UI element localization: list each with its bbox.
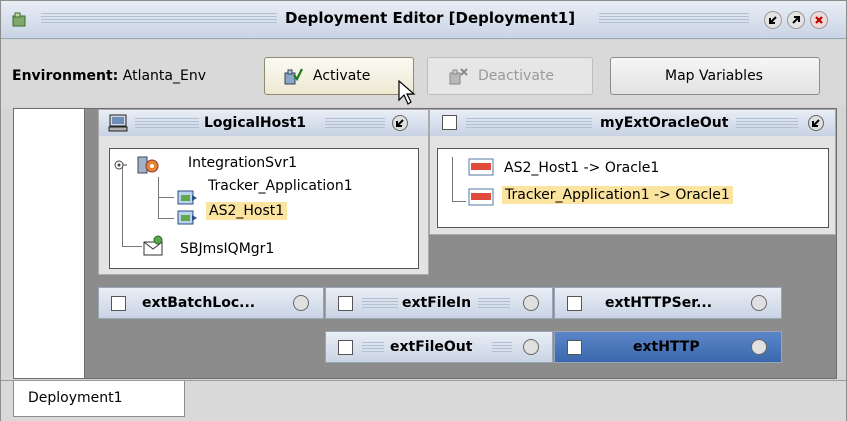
- exthttp-checkbox[interactable]: [567, 340, 582, 355]
- deactivate-button[interactable]: Deactivate: [427, 57, 593, 95]
- mouse-cursor-icon: [398, 80, 416, 105]
- extfilein-title: extFileIn: [402, 295, 472, 311]
- window-title: Deployment Editor [Deployment1]: [285, 9, 576, 27]
- tree-item-jms-manager[interactable]: SBJmsIQMgr1: [180, 241, 274, 257]
- exthttpser-checkbox[interactable]: [567, 296, 582, 311]
- application-icon: [177, 210, 197, 225]
- deployment-editor-window: Deployment Editor [Deployment1] Environm…: [0, 0, 847, 421]
- extbatchloc-toggle-button[interactable]: [293, 295, 309, 311]
- external-system-exthttpser[interactable]: extHTTPSer...: [554, 287, 782, 319]
- external-system-extbatchloc[interactable]: extBatchLoc...: [98, 287, 324, 319]
- environment-sidebar[interactable]: [13, 108, 85, 379]
- deactivate-icon: [449, 68, 468, 85]
- integration-server-icon: [137, 156, 159, 174]
- activate-icon: [284, 68, 303, 85]
- close-button[interactable]: [810, 11, 828, 29]
- exthttp-toggle-button[interactable]: [751, 339, 767, 355]
- extfileout-toggle-button[interactable]: [523, 339, 539, 355]
- extfilein-checkbox[interactable]: [338, 296, 353, 311]
- collapse-button[interactable]: [764, 11, 782, 29]
- extbatchloc-title: extBatchLoc...: [142, 295, 256, 311]
- extfileout-checkbox[interactable]: [338, 340, 353, 355]
- logical-host-title: LogicalHost1: [204, 115, 307, 131]
- close-icon: [815, 16, 823, 24]
- collapse-icon: [812, 119, 820, 127]
- toolbar: Environment: Atlanta_Env Activate Deacti…: [1, 40, 846, 106]
- external-oracle-collapse-button[interactable]: [808, 115, 824, 131]
- external-oracle-title: myExtOracleOut: [600, 115, 729, 131]
- tab-bar: Deployment1: [1, 380, 846, 421]
- maximize-button[interactable]: [787, 11, 805, 29]
- external-system-extfileout[interactable]: extFileOut: [325, 331, 553, 363]
- tree-item-tracker-application[interactable]: Tracker_Application1: [208, 178, 353, 194]
- tree-item-as2-host[interactable]: AS2_Host1: [206, 202, 288, 220]
- exthttpser-toggle-button[interactable]: [751, 295, 767, 311]
- external-system-exthttp[interactable]: extHTTP: [554, 331, 782, 363]
- external-item-as2-oracle[interactable]: AS2_Host1 -> Oracle1: [504, 160, 659, 176]
- activate-button[interactable]: Activate: [264, 57, 414, 95]
- external-oracle-list: AS2_Host1 -> Oracle1 Tracker_Application…: [437, 148, 829, 228]
- application-icon: [177, 190, 197, 205]
- tab-deployment1[interactable]: Deployment1: [13, 381, 185, 417]
- logical-host-header: LogicalHost1: [99, 110, 428, 136]
- external-oracle-checkbox[interactable]: [442, 115, 457, 130]
- extfileout-title: extFileOut: [390, 339, 473, 355]
- external-item-tracker-oracle[interactable]: Tracker_Application1 -> Oracle1: [502, 186, 733, 204]
- logical-host-tree: IntegrationSvr1 Tracker_Application1 AS2…: [109, 148, 419, 269]
- external-oracle-header: myExtOracleOut: [430, 110, 835, 136]
- oracle-icon: [468, 188, 494, 206]
- maximize-icon: [792, 16, 800, 24]
- logical-host-panel[interactable]: LogicalHost1 IntegrationSvr1 Tracker_App…: [98, 109, 429, 275]
- expand-toggle-icon[interactable]: [114, 158, 128, 172]
- computer-icon: [108, 114, 128, 132]
- tree-item-integration-server[interactable]: IntegrationSvr1: [188, 155, 297, 171]
- tab-deployment1-label: Deployment1: [28, 390, 123, 406]
- exthttp-title: extHTTP: [633, 339, 700, 355]
- external-oracle-panel[interactable]: myExtOracleOut AS2_Host1 -> Oracle1 Trac…: [429, 109, 836, 235]
- extfilein-toggle-button[interactable]: [523, 295, 539, 311]
- extbatchloc-checkbox[interactable]: [111, 296, 126, 311]
- environment-label: Environment: Atlanta_Env: [12, 68, 206, 84]
- exthttpser-title: extHTTPSer...: [605, 295, 713, 311]
- jms-envelope-icon: [143, 235, 163, 256]
- collapse-icon: [396, 119, 404, 127]
- app-icon: [11, 11, 27, 27]
- collapse-icon: [769, 16, 777, 24]
- map-variables-button[interactable]: Map Variables: [610, 57, 820, 95]
- title-bar: Deployment Editor [Deployment1]: [1, 1, 846, 39]
- environment-value: Atlanta_Env: [122, 68, 206, 84]
- external-system-extfilein[interactable]: extFileIn: [325, 287, 553, 319]
- oracle-icon: [468, 158, 494, 176]
- logical-host-collapse-button[interactable]: [392, 115, 408, 131]
